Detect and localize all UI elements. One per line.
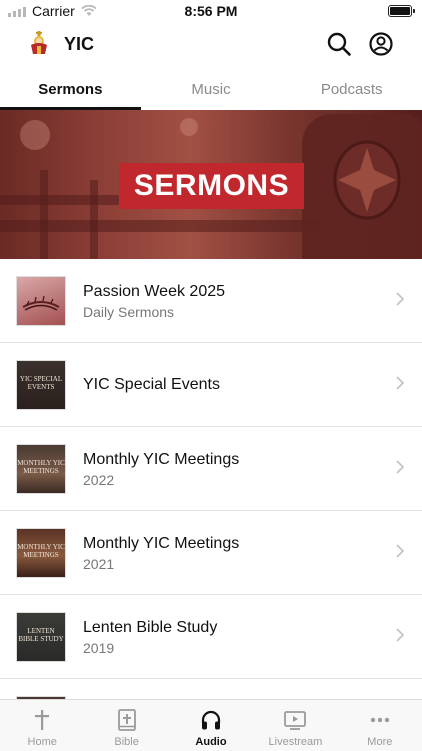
bottom-tab-bar: Home Bible Audio Livestream More xyxy=(0,699,422,751)
thumbnail-text: MONTHLY YIC MEETINGS xyxy=(17,543,65,559)
chevron-right-icon xyxy=(396,376,404,390)
battery-icon xyxy=(388,5,415,17)
tab-sermons[interactable]: Sermons xyxy=(0,70,141,110)
thumbnail-text: LENTEN BIBLE STUDY xyxy=(18,627,64,643)
cross-icon xyxy=(35,710,50,730)
tab-more-label: More xyxy=(367,736,393,748)
list-item[interactable]: MONTHLY YIC MEETINGS Monthly YIC Meeting… xyxy=(0,511,422,595)
tab-livestream-label: Livestream xyxy=(268,736,323,748)
tab-bible-label: Bible xyxy=(114,736,139,748)
more-icon xyxy=(370,717,390,723)
chevron-right-icon xyxy=(396,460,404,474)
series-title: Monthly YIC Meetings xyxy=(83,451,240,468)
list-item[interactable]: MONTHLY YIC MEETINGS Monthly YIC Meeting… xyxy=(0,427,422,511)
series-subtitle: Daily Sermons xyxy=(83,304,175,320)
thumbnail-text: MONTHLY YIC MEETINGS xyxy=(17,459,65,475)
banner-label: SERMONS xyxy=(119,163,304,209)
series-title: Monthly YIC Meetings xyxy=(83,535,240,552)
tab-music[interactable]: Music xyxy=(141,70,282,110)
series-subtitle: 2022 xyxy=(83,472,115,488)
app-header: YIC xyxy=(0,22,422,66)
tab-livestream[interactable]: Livestream xyxy=(253,700,337,751)
series-title: YIC Special Events xyxy=(83,376,220,393)
chevron-right-icon xyxy=(396,292,404,306)
status-bar: Carrier 8:56 PM xyxy=(0,0,422,22)
series-thumbnail xyxy=(17,277,65,325)
sermons-banner: SERMONS xyxy=(0,110,422,259)
status-time: 8:56 PM xyxy=(184,3,238,19)
series-thumbnail: YIC SPECIAL EVENTS xyxy=(17,361,65,409)
tab-audio-label: Audio xyxy=(195,736,227,748)
list-item[interactable]: Passion Week 2025 Daily Sermons xyxy=(0,259,422,343)
series-title: Lenten Bible Study xyxy=(83,619,218,636)
logo-icon xyxy=(31,31,47,54)
series-title: Passion Week 2025 xyxy=(83,283,226,300)
list-item[interactable]: YIC SPECIAL EVENTS YIC Special Events xyxy=(0,343,422,427)
profile-icon[interactable] xyxy=(368,31,394,57)
tab-home[interactable]: Home xyxy=(0,700,84,751)
tab-more[interactable]: More xyxy=(338,700,422,751)
tab-home-label: Home xyxy=(27,736,57,748)
tv-icon xyxy=(284,711,307,730)
content-tabs: Sermons Music Podcasts xyxy=(0,70,422,110)
chevron-right-icon xyxy=(396,628,404,642)
app-title: YIC xyxy=(64,34,95,54)
series-thumbnail: MONTHLY YIC MEETINGS xyxy=(17,529,65,577)
tab-audio[interactable]: Audio xyxy=(169,700,253,751)
series-subtitle: 2019 xyxy=(83,640,115,656)
headphones-icon xyxy=(201,710,221,730)
series-thumbnail: LENTEN BIBLE STUDY xyxy=(17,613,65,661)
tab-bible[interactable]: Bible xyxy=(84,700,168,751)
thumbnail-text: YIC SPECIAL EVENTS xyxy=(19,375,63,391)
tab-podcasts[interactable]: Podcasts xyxy=(281,70,422,110)
sermon-series-list: Passion Week 2025 Daily Sermons YIC SPEC… xyxy=(0,259,422,704)
crown-of-thorns-icon xyxy=(22,295,60,311)
bible-icon xyxy=(117,709,136,731)
series-thumbnail: MONTHLY YIC MEETINGS xyxy=(17,445,65,493)
list-item[interactable]: LENTEN BIBLE STUDY Lenten Bible Study 20… xyxy=(0,595,422,679)
search-icon[interactable] xyxy=(326,31,352,57)
series-subtitle: 2021 xyxy=(83,556,115,572)
chevron-right-icon xyxy=(396,544,404,558)
